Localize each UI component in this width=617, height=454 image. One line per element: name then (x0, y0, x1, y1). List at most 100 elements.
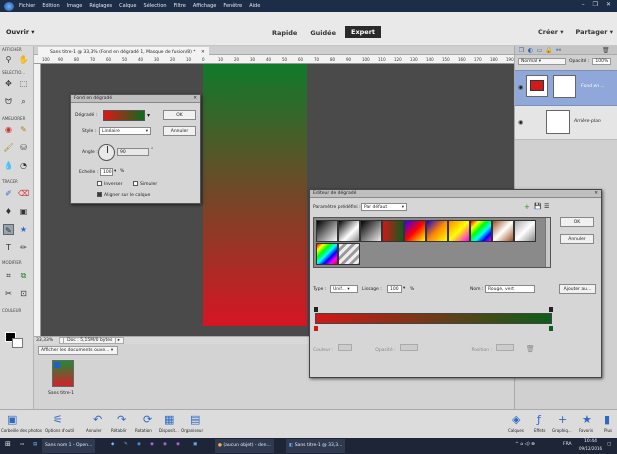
share-button[interactable]: Partager ▾ (576, 28, 613, 36)
ok-button[interactable]: OK (560, 217, 594, 227)
link-icon[interactable]: ⚯ (555, 47, 562, 54)
blur-tool-icon[interactable]: 💧 (3, 160, 14, 171)
layers-panel-icon[interactable]: ◈ (512, 413, 520, 426)
tool-options-button[interactable]: Options d'outil (45, 428, 74, 433)
cancel-button[interactable]: Annuler (560, 234, 594, 244)
opacity-stop-left[interactable] (314, 307, 318, 312)
stop-location-input[interactable] (496, 344, 515, 351)
undo-button[interactable]: Annuler (86, 428, 102, 433)
preset-swatch[interactable] (404, 220, 426, 242)
more-button[interactable]: Plus (604, 428, 612, 433)
taskbar-app-draw[interactable]: ● (aucun objet) - den... (215, 439, 274, 453)
preset-scrollbar[interactable] (545, 218, 550, 267)
move-tool-icon[interactable]: ✥ (3, 78, 14, 89)
tool-options-icon[interactable]: ⚟ (53, 413, 63, 426)
document-thumbnail[interactable] (52, 360, 74, 387)
taskbar-icon[interactable]: ◉ (137, 442, 141, 447)
taskbar-icon[interactable]: ✎ (124, 442, 128, 447)
redo-icon[interactable]: ↷ (117, 413, 126, 426)
ok-button[interactable]: OK (163, 110, 196, 120)
name-input[interactable]: Rouge, vert (485, 285, 535, 293)
taskbar-icon[interactable]: ▣ (193, 442, 197, 447)
preset-swatch[interactable] (360, 220, 382, 242)
opacity-input[interactable]: 100% (592, 57, 612, 65)
mode-rapide[interactable]: Rapide (268, 28, 301, 38)
photo-bin-icon[interactable]: ▣ (7, 413, 17, 426)
menu-fenetre[interactable]: Fenêtre (223, 3, 242, 9)
open-button[interactable]: Ouvrir ▾ (6, 28, 35, 36)
taskbar-icon[interactable]: ◆ (111, 442, 114, 447)
background-color-swatch[interactable] (12, 338, 23, 348)
mode-expert[interactable]: Expert (345, 26, 382, 38)
maximize-icon[interactable]: ❐ (593, 1, 598, 8)
brush-tool-icon[interactable]: ✐ (3, 188, 14, 199)
organizer-button[interactable]: Organiseur (181, 428, 203, 433)
create-button[interactable]: Créer ▾ (538, 28, 564, 36)
red-eye-tool-icon[interactable]: ◉ (3, 124, 14, 135)
angle-dial[interactable] (98, 144, 115, 161)
healing-brush-icon[interactable]: ✎ (18, 124, 29, 135)
type-select[interactable]: Unif... ▾ (330, 285, 358, 293)
bin-documents-select[interactable]: Afficher les documents ouve... ▾ (38, 346, 118, 355)
windows-start-icon[interactable]: ⊞ (5, 440, 11, 448)
recompose-tool-icon[interactable]: ⧉ (18, 270, 29, 281)
blend-mode-select[interactable]: Normal ▾ (518, 57, 566, 65)
stop-opacity-input[interactable] (400, 344, 419, 351)
color-stop-left[interactable] (314, 326, 318, 331)
gradient-tool-icon[interactable]: ▣ (18, 206, 29, 217)
save-preset-icon[interactable]: 💾 (534, 203, 541, 210)
file-explorer-icon[interactable]: ▭ (20, 442, 24, 447)
menu-reglages[interactable]: Réglages (89, 3, 112, 9)
shape-tool-icon[interactable]: ✎ (3, 224, 14, 235)
smooth-input[interactable]: 100 (387, 285, 402, 293)
effects-icon[interactable]: ƒ (537, 413, 541, 426)
organizer-icon[interactable]: ▤ (190, 413, 200, 426)
menu-edition[interactable]: Edition (42, 3, 59, 9)
mode-guidee[interactable]: Guidée (306, 28, 340, 38)
crop-tool-icon[interactable]: ⌗ (3, 270, 14, 281)
gradient-swatch[interactable] (103, 110, 145, 121)
menu-selection[interactable]: Sélection (144, 3, 167, 9)
graphics-button[interactable]: Graphiq... (552, 428, 572, 433)
layout-icon[interactable]: ▦ (164, 413, 174, 426)
scale-dropdown-icon[interactable]: ▾ (114, 169, 116, 174)
redo-button[interactable]: Rétablir (111, 428, 127, 433)
fill-layer-icon[interactable]: ◐ (527, 47, 534, 54)
layout-button[interactable]: Disposit... (159, 428, 179, 433)
doc-info[interactable]: Doc : 5,15M/0 bytes ▸ (59, 337, 125, 344)
layers-panel-button[interactable]: Calques (508, 428, 524, 433)
preset-swatch[interactable] (448, 220, 470, 242)
minimize-icon[interactable]: – (582, 1, 585, 8)
more-icon[interactable]: ▮ (604, 413, 610, 426)
align-checkbox[interactable]: Aligner sur le calque (97, 192, 150, 198)
visibility-eye-icon[interactable]: ◉ (518, 84, 523, 91)
layer-background[interactable]: ◉ Arrière-plan (515, 106, 617, 140)
quick-select-tool-icon[interactable]: ⌕ (18, 96, 29, 107)
menu-fichier[interactable]: Fichier (19, 3, 35, 9)
gradient-image[interactable] (203, 64, 307, 326)
dither-checkbox[interactable]: Simuler (133, 181, 157, 187)
rotate-icon[interactable]: ⟳ (143, 413, 152, 426)
straighten-tool-icon[interactable]: ⊡ (18, 288, 29, 299)
menu-aide[interactable]: Aide (249, 3, 260, 9)
lock-icon[interactable]: 🔒 (545, 47, 552, 54)
layer-gradient-fill[interactable]: ◉ Fond en ... (515, 70, 617, 106)
delete-stop-icon[interactable]: 🗑 (526, 345, 535, 353)
preset-swatch[interactable] (338, 243, 360, 265)
reverse-checkbox[interactable]: Inverser (97, 181, 122, 187)
taskbar-icon[interactable]: ◉ (163, 442, 167, 447)
content-move-icon[interactable]: ✂ (3, 288, 14, 299)
preset-swatch[interactable] (470, 220, 492, 242)
preset-swatch[interactable] (426, 220, 448, 242)
effects-button[interactable]: Effets (534, 428, 545, 433)
stop-color-swatch[interactable] (337, 344, 352, 351)
custom-shape-icon[interactable]: ★ (18, 224, 29, 235)
paint-bucket-icon[interactable]: ♦ (3, 206, 14, 217)
opacity-stop-right[interactable] (549, 307, 553, 312)
close-window-icon[interactable]: ✕ (606, 1, 611, 8)
layer-mask-thumbnail[interactable] (553, 75, 576, 98)
clock-date[interactable]: 09/12/2016 (579, 446, 602, 451)
rotate-button[interactable]: Rotation (135, 428, 152, 433)
taskbar-app-photoshop[interactable]: ◧ Sans titre-1 @ 33,3... (286, 439, 346, 453)
smooth-dropdown-icon[interactable]: ▾ (403, 286, 405, 291)
